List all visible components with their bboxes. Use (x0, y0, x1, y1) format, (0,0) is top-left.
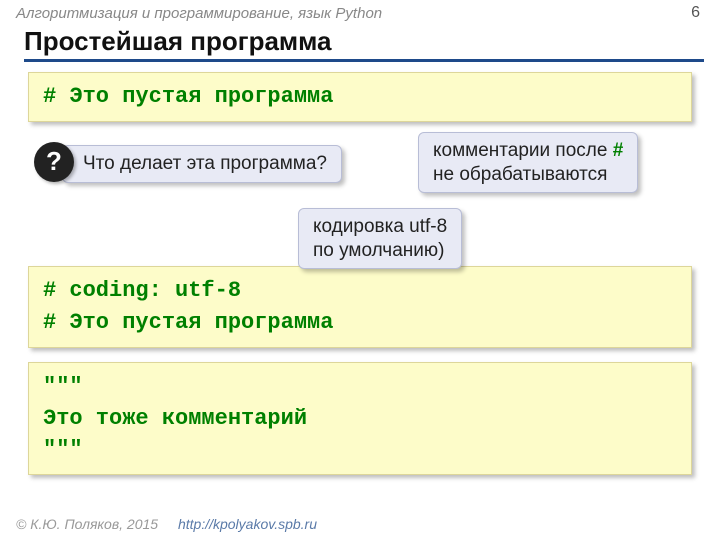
content: # Это пустая программа ? Что делает эта … (0, 62, 720, 475)
code-block-3: """ Это тоже комментарий """ (28, 362, 692, 476)
callout-encoding: кодировка utf-8 по умолчанию) (298, 208, 462, 270)
page-number: 6 (691, 4, 700, 22)
code-line: # coding: utf-8 (43, 275, 677, 307)
callout-text: комментарии после (433, 140, 613, 161)
question-icon: ? (34, 142, 74, 182)
code-block-2: # coding: utf-8 # Это пустая программа (28, 266, 692, 348)
copyright: © К.Ю. Поляков, 2015 (16, 516, 158, 532)
callout-text: не обрабатываются (433, 164, 607, 185)
footer: © К.Ю. Поляков, 2015 http://kpolyakov.sp… (16, 516, 317, 532)
callout-row: ? Что делает эта программа? комментарии … (28, 136, 692, 266)
code-line: """ (43, 434, 677, 466)
callout-text: по умолчанию) (313, 240, 444, 261)
header: Алгоритмизация и программирование, язык … (0, 0, 720, 24)
code-line: # Это пустая программа (43, 307, 677, 339)
code-line: """ (43, 371, 677, 403)
course-title: Алгоритмизация и программирование, язык … (16, 5, 382, 22)
code-block-1: # Это пустая программа (28, 72, 692, 122)
callout-comments: комментарии после # не обрабатываются (418, 132, 638, 194)
page-title: Простейшая программа (24, 26, 704, 62)
callout-text: кодировка utf-8 (313, 216, 447, 237)
hash-symbol: # (613, 140, 624, 161)
footer-url: http://kpolyakov.spb.ru (178, 516, 317, 532)
code-line: # Это пустая программа (43, 84, 333, 109)
callout-question: Что делает эта программа? (62, 145, 342, 183)
code-line: Это тоже комментарий (43, 403, 677, 435)
